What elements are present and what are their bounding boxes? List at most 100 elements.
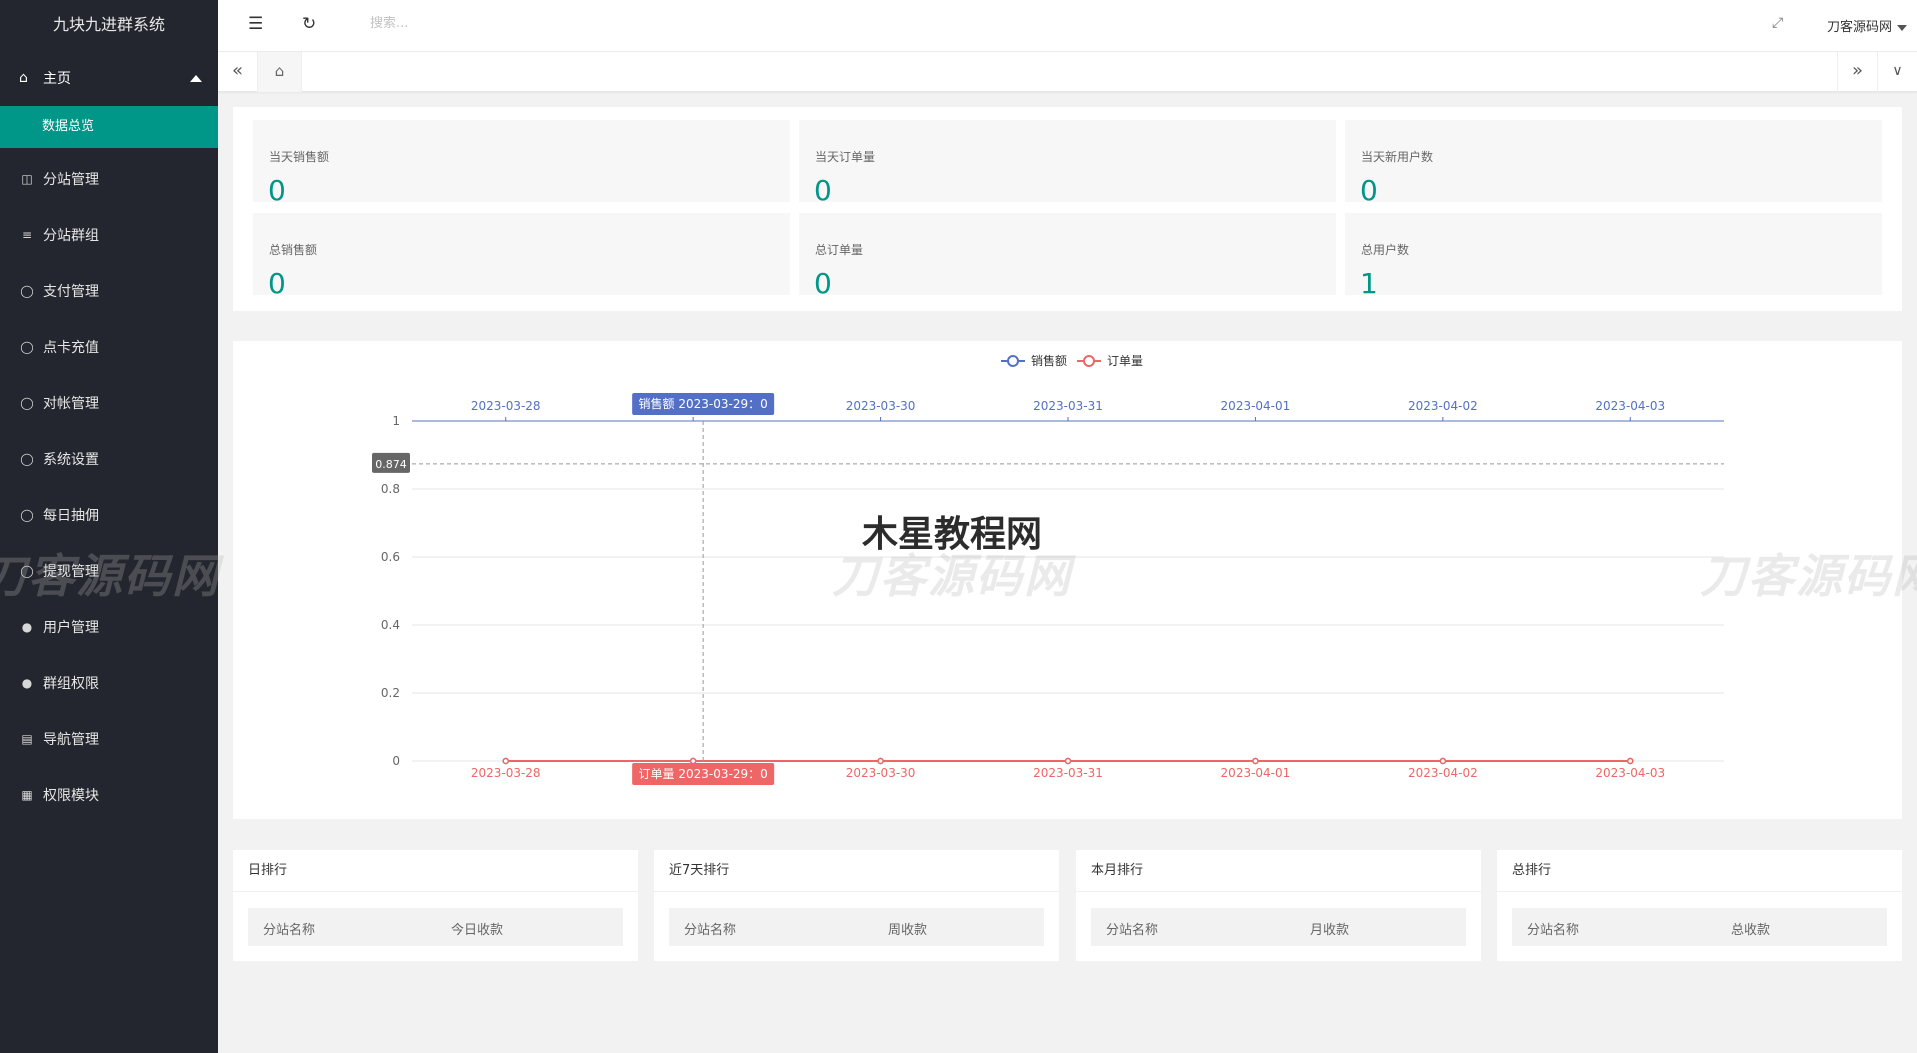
- stat-value: 0: [1360, 174, 1378, 207]
- grid-icon: ▦: [21, 788, 33, 802]
- legend-marker: [1083, 355, 1095, 367]
- sales-orders-chart: 0 0.2 0.4 0.6 0.8 1 2023-03-28 2023-03-28 2023-0…: [233, 341, 1902, 819]
- sidebar-item-label: 支付管理: [43, 284, 99, 300]
- sidebar-item-11[interactable]: ▦ 权限模块: [0, 767, 218, 823]
- stat-value: 0: [268, 267, 286, 300]
- rank-col-amount: 月收款: [1310, 923, 1350, 938]
- line-chart-svg: 0 0.2 0.4 0.6 0.8 1 2023-03-28 2023-03-28 2023-0…: [372, 353, 1724, 785]
- user-menu[interactable]: 刀客源码网: [1827, 16, 1908, 35]
- rank-total: 总排行 分站名称 总收款: [1497, 850, 1902, 961]
- sidebar-item-5[interactable]: ◯ 系统设置: [0, 431, 218, 487]
- sidebar-item-6[interactable]: ◯ 每日抽佣: [0, 487, 218, 543]
- x-tick-label-top: 2023-04-01: [1221, 399, 1291, 413]
- x-tick-label-bottom: 2023-04-03: [1595, 766, 1665, 780]
- y-tick-label: 0.4: [381, 618, 400, 632]
- home-icon: ⌂: [19, 70, 28, 86]
- sidebar-item-label: 提现管理: [43, 564, 99, 580]
- sidebar-item-label: 群组权限: [43, 676, 99, 692]
- tab-scroll-right-icon[interactable]: »: [1837, 52, 1877, 92]
- shield-icon: ◯: [20, 396, 34, 410]
- stat-today-new-users: 当天新用户数 0: [1345, 120, 1882, 207]
- x-tick-label-top: 2023-03-30: [846, 399, 916, 413]
- y-tick-label: 0.2: [381, 686, 400, 700]
- fullscreen-icon[interactable]: ⤢: [1772, 15, 1783, 31]
- x-tick-label-bottom: 2023-04-02: [1408, 766, 1478, 780]
- sidebar-item-label: 权限模块: [43, 788, 99, 804]
- sidebar-item-1[interactable]: ≡ 分站群组: [0, 207, 218, 263]
- rank-title: 总排行: [1497, 850, 1902, 892]
- rank-table-header: 分站名称 总收款: [1512, 908, 1887, 946]
- sidebar-item-label: 点卡充值: [43, 340, 99, 356]
- sidebar-item-2[interactable]: ◯ 支付管理: [0, 263, 218, 319]
- x-tick-label-bottom: 2023-03-31: [1033, 766, 1103, 780]
- x-tick-label-bottom: 2023-04-01: [1221, 766, 1291, 780]
- x-tick-label-bottom: 2023-03-28: [471, 766, 541, 780]
- tab-bar: « ⌂ » ∨: [218, 52, 1917, 92]
- legend-label: 订单量: [1107, 354, 1143, 368]
- stat-today-sales: 当天销售额 0: [253, 120, 790, 207]
- rank-col-name: 分站名称: [1527, 923, 1580, 938]
- rank-weekly: 近7天排行 分站名称 周收款: [654, 850, 1059, 961]
- sidebar-item-10[interactable]: ▤ 导航管理: [0, 711, 218, 767]
- rank-col-amount: 今日收款: [451, 923, 504, 938]
- sidebar-item-8[interactable]: ● 用户管理: [0, 599, 218, 655]
- rank-title: 本月排行: [1076, 850, 1481, 892]
- rank-title: 日排行: [233, 850, 638, 892]
- stat-value: 0: [814, 174, 832, 207]
- pointer-y-readout: 0.874: [375, 458, 407, 471]
- stats-panel: 当天销售额 0 当天订单量 0 当天新用户数 0 总销售额 0 总订单量 0 总…: [233, 107, 1902, 311]
- data-point: [1627, 757, 1634, 765]
- x-tick-label-top: 2023-04-03: [1595, 399, 1665, 413]
- refresh-icon[interactable]: ↻: [302, 14, 316, 34]
- tab-scroll-left-icon[interactable]: «: [218, 52, 258, 92]
- rank-daily: 日排行 分站名称 今日收款: [233, 850, 638, 961]
- sidebar-item-label: 主页: [43, 71, 71, 87]
- sidebar-item-7[interactable]: ◯ 提现管理: [0, 543, 218, 599]
- rank-col-name: 分站名称: [263, 923, 316, 938]
- data-point: [1064, 757, 1072, 765]
- rank-table-header: 分站名称 月收款: [1091, 908, 1466, 946]
- shield-icon: ◯: [20, 340, 34, 354]
- sidebar-item-label: 系统设置: [43, 452, 99, 468]
- sidebar-item-0[interactable]: ◫ 分站管理: [0, 151, 218, 207]
- rank-col-name: 分站名称: [684, 923, 737, 938]
- sliders-icon: ≡: [21, 228, 33, 242]
- stat-label: 当天订单量: [815, 150, 876, 164]
- stat-label: 总用户数: [1361, 243, 1410, 257]
- sidebar-item-label: 分站群组: [43, 228, 99, 244]
- caret-up-icon: [190, 74, 202, 82]
- columns-icon: ◫: [21, 172, 33, 186]
- stat-total-sales: 总销售额 0: [253, 213, 790, 300]
- shield-icon: ◯: [20, 564, 34, 578]
- sidebar-item-home[interactable]: ⌂ 主页: [0, 50, 218, 106]
- rank-monthly: 本月排行 分站名称 月收款: [1076, 850, 1481, 961]
- sidebar-item-3[interactable]: ◯ 点卡充值: [0, 319, 218, 375]
- tab-options-chevron-down-icon[interactable]: ∨: [1877, 52, 1917, 92]
- pointer-bottom-tip: 订单量 2023-03-29：0: [639, 767, 768, 781]
- pointer-top-tip: 销售额 2023-03-29：0: [639, 396, 768, 411]
- data-point: [877, 757, 884, 765]
- stat-value: 1: [1360, 267, 1378, 300]
- stat-value: 0: [814, 267, 832, 300]
- menu-toggle-icon[interactable]: ☰: [248, 14, 263, 34]
- y-tick-label: 0.6: [381, 550, 400, 564]
- tab-home-icon[interactable]: ⌂: [258, 52, 302, 92]
- sidebar-item-label: 用户管理: [43, 620, 99, 636]
- stat-label: 当天新用户数: [1361, 150, 1434, 164]
- stat-total-users: 总用户数 1: [1345, 213, 1882, 300]
- stat-label: 总订单量: [815, 243, 864, 257]
- rank-col-amount: 总收款: [1731, 923, 1771, 938]
- caret-down-icon: [1897, 24, 1908, 31]
- search-input[interactable]: [370, 16, 570, 31]
- x-tick-label-top: 2023-03-31: [1033, 399, 1103, 413]
- rank-table-header: 分站名称 今日收款: [248, 908, 623, 946]
- stat-label: 当天销售额: [269, 150, 330, 164]
- sidebar-item-4[interactable]: ◯ 对帐管理: [0, 375, 218, 431]
- sidebar-subitem-data-overview[interactable]: 数据总览: [0, 106, 218, 148]
- data-point: [1252, 757, 1259, 765]
- stat-label: 总销售额: [269, 243, 318, 257]
- stat-total-orders: 总订单量 0: [799, 213, 1336, 300]
- user-icon: ●: [21, 620, 33, 634]
- shield-icon: ◯: [20, 508, 34, 522]
- sidebar-item-9[interactable]: ● 群组权限: [0, 655, 218, 711]
